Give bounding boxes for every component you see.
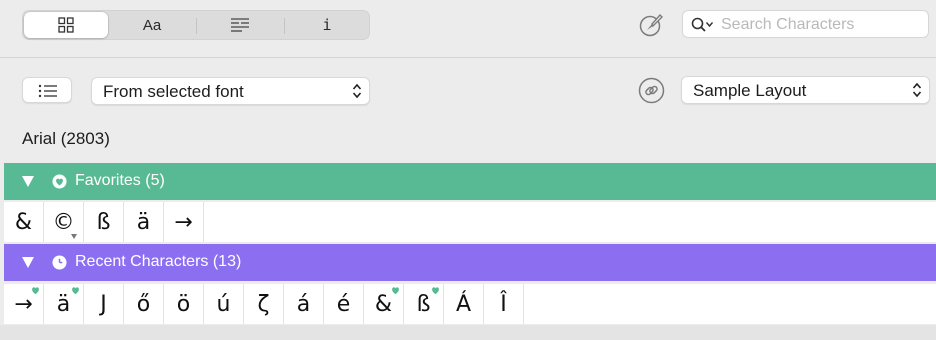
customize-button[interactable] bbox=[638, 12, 664, 38]
font-source-label: From selected font bbox=[103, 82, 244, 101]
link-icon bbox=[638, 77, 665, 104]
disclosure-triangle-icon[interactable] bbox=[22, 176, 34, 187]
up-down-chevron-icon bbox=[912, 82, 922, 98]
char-cell[interactable]: ä bbox=[124, 202, 164, 242]
font-title: Arial (2803) bbox=[22, 129, 110, 148]
clock-icon bbox=[52, 255, 67, 270]
char-cell[interactable]: → bbox=[4, 284, 44, 324]
up-down-chevron-icon bbox=[352, 83, 362, 99]
char-cell[interactable]: → bbox=[164, 202, 204, 242]
next-section-header[interactable] bbox=[0, 325, 936, 340]
toolbar-divider bbox=[0, 57, 936, 58]
favorite-heart-icon bbox=[72, 287, 79, 295]
favorite-heart-icon bbox=[32, 287, 39, 295]
char-glyph: → bbox=[174, 209, 193, 235]
heart-icon bbox=[52, 174, 67, 189]
char-cell[interactable]: Î bbox=[484, 284, 524, 324]
list-icon bbox=[38, 84, 57, 98]
char-glyph: ζ bbox=[257, 291, 270, 317]
favorite-heart-icon bbox=[432, 287, 439, 295]
char-glyph: Î bbox=[500, 291, 507, 317]
favorites-section-header[interactable]: Favorites (5) bbox=[4, 163, 936, 200]
char-glyph: ß bbox=[96, 209, 111, 235]
grid-icon bbox=[58, 17, 74, 33]
variants-indicator-icon[interactable] bbox=[71, 234, 77, 239]
char-cell[interactable]: á bbox=[284, 284, 324, 324]
compass-pen-icon bbox=[639, 13, 663, 37]
search-field bbox=[682, 10, 929, 38]
char-glyph: ä bbox=[136, 209, 151, 235]
layout-popup[interactable]: Sample Layout bbox=[681, 76, 930, 104]
char-cell[interactable]: Á bbox=[444, 284, 484, 324]
char-glyph: & bbox=[14, 209, 33, 235]
char-glyph: Á bbox=[455, 291, 472, 317]
info-view-label: i bbox=[322, 16, 332, 34]
link-button[interactable] bbox=[638, 77, 665, 104]
char-glyph: á bbox=[296, 291, 311, 317]
char-glyph: ö bbox=[176, 291, 191, 317]
char-cell[interactable]: J bbox=[84, 284, 124, 324]
char-glyph: ß bbox=[416, 291, 431, 317]
char-cell[interactable]: é bbox=[324, 284, 364, 324]
char-cell[interactable]: ä bbox=[44, 284, 84, 324]
char-glyph: → bbox=[14, 291, 33, 317]
favorites-section-label: Favorites (5) bbox=[75, 172, 165, 189]
disclosure-triangle-icon[interactable] bbox=[22, 257, 34, 268]
font-source-popup[interactable]: From selected font bbox=[91, 77, 370, 105]
recent-section-header[interactable]: Recent Characters (13) bbox=[4, 244, 936, 281]
favorite-heart-icon bbox=[392, 287, 399, 295]
char-cell[interactable]: & bbox=[4, 202, 44, 242]
font-view-button[interactable]: Aa bbox=[109, 11, 195, 39]
favorites-char-row: & © ß ä → bbox=[4, 202, 936, 242]
list-view-button[interactable] bbox=[197, 11, 283, 39]
recent-section-label: Recent Characters (13) bbox=[75, 253, 242, 270]
char-cell[interactable]: ß bbox=[84, 202, 124, 242]
grid-view-button[interactable] bbox=[24, 12, 108, 38]
char-glyph: J bbox=[100, 291, 107, 317]
char-glyph: ő bbox=[136, 291, 151, 317]
char-cell[interactable]: & bbox=[364, 284, 404, 324]
char-cell[interactable]: ú bbox=[204, 284, 244, 324]
search-icon[interactable] bbox=[691, 17, 715, 33]
char-glyph: & bbox=[374, 291, 393, 317]
font-view-label: Aa bbox=[142, 16, 162, 34]
char-cell[interactable]: ß bbox=[404, 284, 444, 324]
text-lines-icon bbox=[231, 18, 249, 32]
char-cell[interactable]: ő bbox=[124, 284, 164, 324]
view-mode-segmented-control: Aa i bbox=[22, 10, 370, 40]
sidebar-toggle-button[interactable] bbox=[22, 77, 72, 103]
search-input[interactable] bbox=[719, 14, 923, 36]
recent-char-row: → ä Jő ö ú ζ á é & ß Á Î bbox=[4, 284, 936, 324]
char-glyph: é bbox=[336, 291, 351, 317]
char-glyph: ú bbox=[216, 291, 231, 317]
char-cell[interactable]: ö bbox=[164, 284, 204, 324]
layout-label: Sample Layout bbox=[693, 81, 807, 100]
char-glyph: © bbox=[52, 209, 75, 235]
info-view-button[interactable]: i bbox=[285, 11, 369, 39]
char-cell[interactable]: © bbox=[44, 202, 84, 242]
char-glyph: ä bbox=[56, 291, 71, 317]
char-cell[interactable]: ζ bbox=[244, 284, 284, 324]
